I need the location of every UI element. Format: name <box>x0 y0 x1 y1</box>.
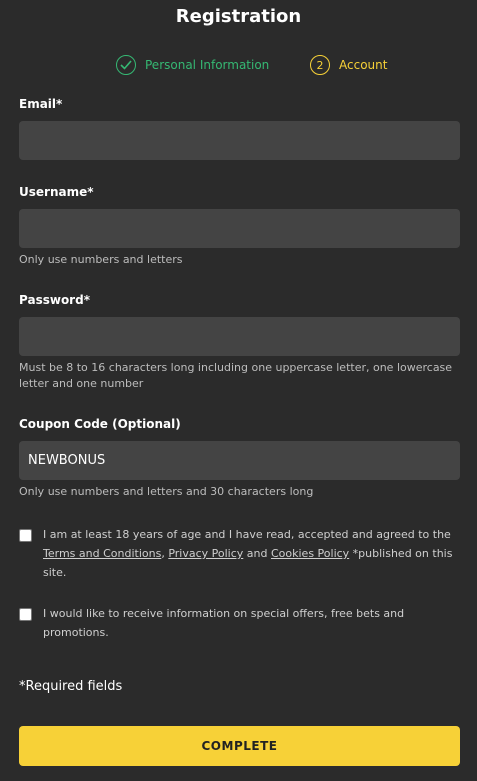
page-title: Registration <box>175 6 302 27</box>
step-personal-information: Personal Information <box>116 55 269 75</box>
step-progress: Personal Information 2 Account <box>0 55 477 79</box>
privacy-policy-link[interactable]: Privacy Policy <box>168 547 243 560</box>
age-consent-text: I am at least 18 years of age and I have… <box>43 525 458 582</box>
coupon-hint: Only use numbers and letters and 30 char… <box>19 485 314 498</box>
coupon-label: Coupon Code (Optional) <box>19 417 181 431</box>
cookies-policy-link[interactable]: Cookies Policy <box>271 547 349 560</box>
consent-separator: and <box>243 547 271 560</box>
password-field[interactable] <box>19 317 460 356</box>
offers-consent-text: I would like to receive information on s… <box>43 607 405 639</box>
password-hint: Must be 8 to 16 characters long includin… <box>19 361 453 390</box>
required-fields-note: *Required fields <box>19 679 123 694</box>
step-label: Personal Information <box>145 58 270 72</box>
step-account: 2 Account <box>310 55 387 75</box>
username-field[interactable] <box>19 209 460 248</box>
age-consent-checkbox[interactable] <box>19 529 32 542</box>
email-field[interactable] <box>19 121 460 160</box>
complete-button[interactable]: COMPLETE <box>19 726 460 766</box>
checkmark-icon <box>116 55 136 75</box>
coupon-field[interactable] <box>19 441 460 480</box>
step-label: Account <box>339 58 388 72</box>
email-label: Email* <box>19 97 63 111</box>
terms-link[interactable]: Terms and Conditions <box>43 547 161 560</box>
step-number-badge: 2 <box>310 55 330 75</box>
username-label: Username* <box>19 185 94 199</box>
offers-consent-checkbox[interactable] <box>19 608 32 621</box>
password-label: Password* <box>19 293 90 307</box>
username-hint: Only use numbers and letters <box>19 253 183 266</box>
consent-text: I am at least 18 years of age and I have… <box>43 528 451 541</box>
